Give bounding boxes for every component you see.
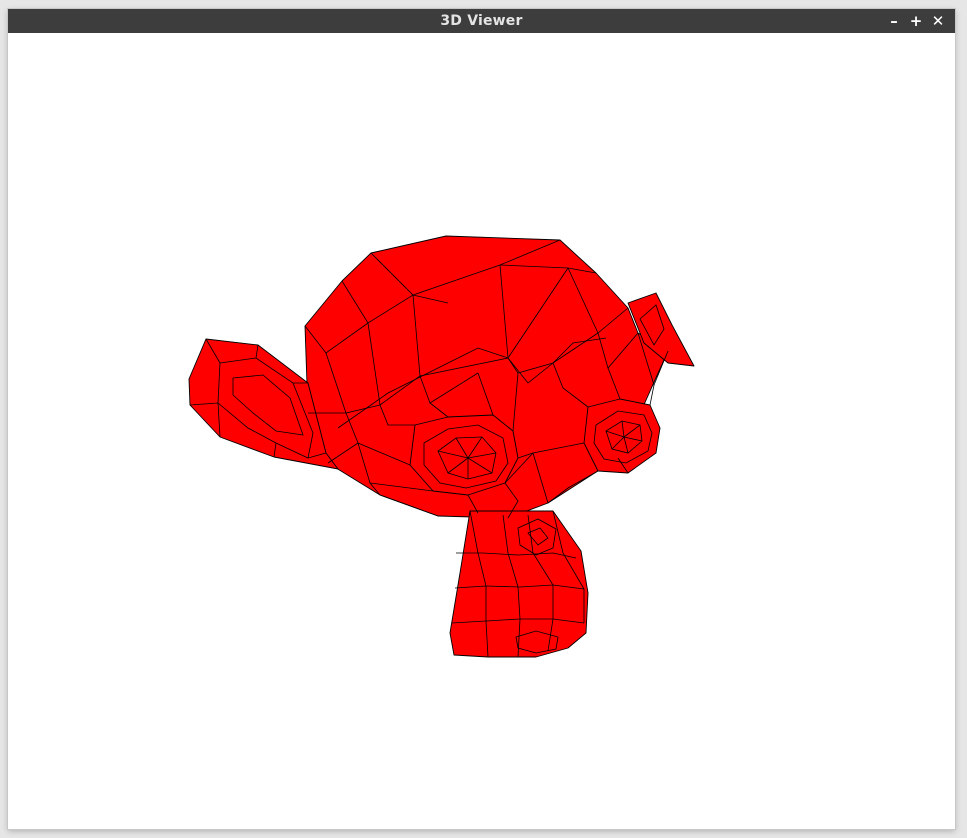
- minimize-button[interactable]: –: [883, 9, 905, 33]
- window-title: 3D Viewer: [440, 13, 523, 29]
- 3d-viewport[interactable]: [8, 33, 955, 829]
- close-button[interactable]: ✕: [927, 9, 949, 33]
- window-controls: – + ✕: [883, 9, 949, 33]
- title-bar[interactable]: 3D Viewer – + ✕: [8, 9, 955, 33]
- monkey-mesh: [188, 235, 695, 658]
- app-window: 3D Viewer – + ✕: [8, 9, 955, 829]
- maximize-button[interactable]: +: [905, 9, 927, 33]
